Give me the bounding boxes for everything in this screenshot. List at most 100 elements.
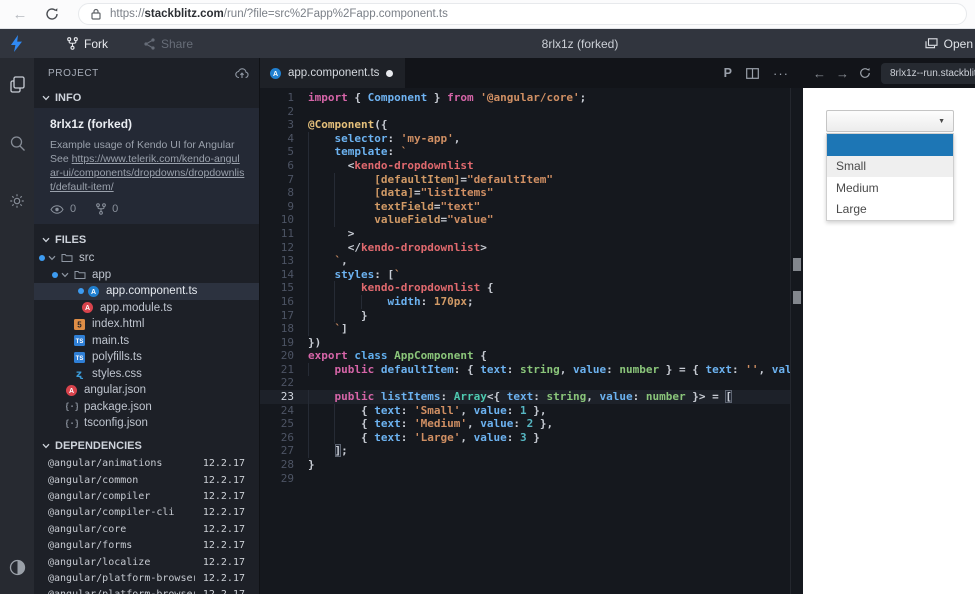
code-line-16: 16 width: 170px; (260, 294, 790, 309)
chevron-down-icon (48, 255, 56, 261)
address-bar[interactable]: https://stackblitz.com/run/?file=src%2Fa… (78, 3, 967, 25)
file-label: index.html (92, 318, 145, 331)
indent-guide (308, 186, 309, 200)
info-section-header[interactable]: INFO (34, 88, 259, 108)
line-number: 15 (280, 281, 294, 295)
preview-forward-button[interactable]: → (836, 66, 849, 81)
svg-text:A: A (69, 388, 74, 395)
info-stats: 0 0 (50, 203, 245, 215)
ng-red-icon: A (65, 384, 78, 396)
file-row-package-json[interactable]: {·} package.json (34, 399, 259, 416)
line-number: 13 (280, 254, 294, 268)
project-info-card: 8rlx1z (forked) Example usage of Kendo U… (34, 108, 259, 224)
indent-guide (334, 199, 336, 214)
indent-guide (308, 390, 309, 404)
line-number: 26 (280, 430, 294, 444)
stackblitz-logo-icon[interactable] (10, 35, 23, 52)
split-editor-icon[interactable] (746, 67, 759, 79)
file-row-main-ts[interactable]: TS main.ts (34, 333, 259, 350)
code-line-23: 23 public listItems: Array<{ text: strin… (260, 390, 790, 404)
share-button[interactable]: Share (144, 37, 193, 51)
unsaved-dot-icon[interactable] (386, 69, 394, 77)
open-button[interactable]: Open (925, 37, 973, 51)
line-number: 12 (280, 240, 294, 254)
kendo-dropdownlist[interactable]: ▼ (826, 110, 954, 132)
more-actions-button[interactable]: ··· (773, 66, 789, 81)
code-line-20: 20 export class AppComponent { (260, 349, 790, 363)
browser-back-button[interactable]: ← (8, 2, 32, 26)
code-editor[interactable]: 1 import { Component } from '@angular/cor… (260, 88, 790, 594)
file-row-index-html[interactable]: 5 index.html (34, 316, 259, 333)
code-line-15: 15 kendo-dropdownlist { (260, 281, 790, 295)
file-row-src[interactable]: src (34, 250, 259, 267)
dropdown-item-default[interactable] (827, 134, 953, 156)
editor-actions: P ··· (724, 66, 789, 81)
line-number: 7 (287, 172, 294, 186)
fork-button[interactable]: Fork (67, 37, 108, 51)
editor-tab-bar: A app.component.ts P ··· (260, 58, 803, 88)
code-line-5: 5 template: ` (260, 145, 790, 159)
code-line-1: 1 import { Component } from '@angular/cor… (260, 91, 790, 105)
svg-text:TS: TS (76, 339, 84, 345)
indent-guide (360, 294, 362, 309)
tab-app-component[interactable]: A app.component.ts (260, 58, 406, 88)
preview-back-button[interactable]: ← (813, 66, 826, 81)
project-title: 8rlx1z (forked) (541, 36, 619, 51)
prettier-format-button[interactable]: P (724, 66, 732, 80)
theme-contrast-icon[interactable] (0, 550, 34, 584)
dropdown-item-Large[interactable]: Large (827, 199, 953, 221)
svg-text:{·}: {·} (66, 419, 78, 428)
editor-scrollbar (790, 88, 803, 594)
dropdown-item-Medium[interactable]: Medium (827, 177, 953, 199)
dependency-version: 12.2.17 (202, 540, 245, 552)
dependencies-section-header[interactable]: DEPENDENCIES (34, 436, 259, 456)
indent-guide (308, 226, 309, 241)
dependency-row: @angular/platform-browser 12.2.17 (34, 570, 259, 586)
dependency-name: @angular/animations (48, 458, 163, 470)
files-view-icon[interactable] (0, 68, 34, 102)
file-row-tsconfig-json[interactable]: {·} tsconfig.json (34, 415, 259, 432)
json-icon: {·} (65, 401, 78, 412)
dependencies-list: @angular/animations 12.2.17 @angular/commo… (34, 456, 259, 594)
line-number: 10 (280, 213, 294, 227)
svg-text:A: A (273, 71, 278, 78)
export-cloud-icon[interactable] (235, 67, 249, 79)
fork-icon (67, 37, 78, 50)
file-row-app[interactable]: app (34, 267, 259, 284)
dependency-version: 12.2.17 (202, 507, 245, 519)
code-line-18: 18 `] (260, 322, 790, 336)
line-number: 3 (287, 118, 294, 132)
dependency-name: @angular/compiler (48, 490, 151, 502)
folder-icon (60, 253, 73, 263)
scrollbar-thumb[interactable] (793, 291, 801, 304)
code-line-22: 22 (260, 376, 790, 390)
file-row-styles-css[interactable]: ʐ styles.css (34, 366, 259, 383)
file-row-app-module-ts[interactable]: Aapp.module.ts (34, 300, 259, 317)
line-number: 20 (280, 349, 294, 363)
docs-link[interactable]: https://www.telerik.com/kendo-angular-ui… (50, 153, 244, 193)
ts-icon: TS (73, 351, 86, 363)
indent-guide (308, 131, 309, 146)
dependency-row: @angular/common 12.2.17 (34, 472, 259, 488)
browser-reload-button[interactable] (40, 2, 64, 26)
dependency-version: 12.2.17 (202, 523, 245, 535)
dependency-row: @angular/compiler 12.2.17 (34, 488, 259, 504)
code-line-10: 10 valueField="value" (260, 213, 790, 227)
file-row-app-component-ts[interactable]: Aapp.component.ts (34, 283, 259, 300)
preview-address-bar[interactable]: 8rlx1z--run.stackblit (881, 62, 975, 84)
dropdown-item-Small[interactable]: Small (827, 155, 953, 177)
file-row-angular-json[interactable]: Aangular.json (34, 382, 259, 399)
dependency-name: @angular/common (48, 474, 139, 486)
settings-gear-icon[interactable] (0, 184, 34, 218)
modified-dot-icon (52, 271, 58, 278)
search-icon[interactable] (0, 126, 34, 160)
line-number: 29 (280, 471, 294, 485)
scrollbar-thumb[interactable] (793, 258, 801, 271)
url-text: https://stackblitz.com/run/?file=src%2Fa… (110, 8, 448, 20)
file-row-polyfills-ts[interactable]: TS polyfills.ts (34, 349, 259, 366)
preview-reload-icon[interactable] (859, 67, 871, 79)
chevron-down-icon (42, 237, 50, 243)
file-label: src (79, 252, 95, 265)
indent-guide (308, 403, 309, 418)
files-section-header[interactable]: FILES (34, 230, 259, 250)
